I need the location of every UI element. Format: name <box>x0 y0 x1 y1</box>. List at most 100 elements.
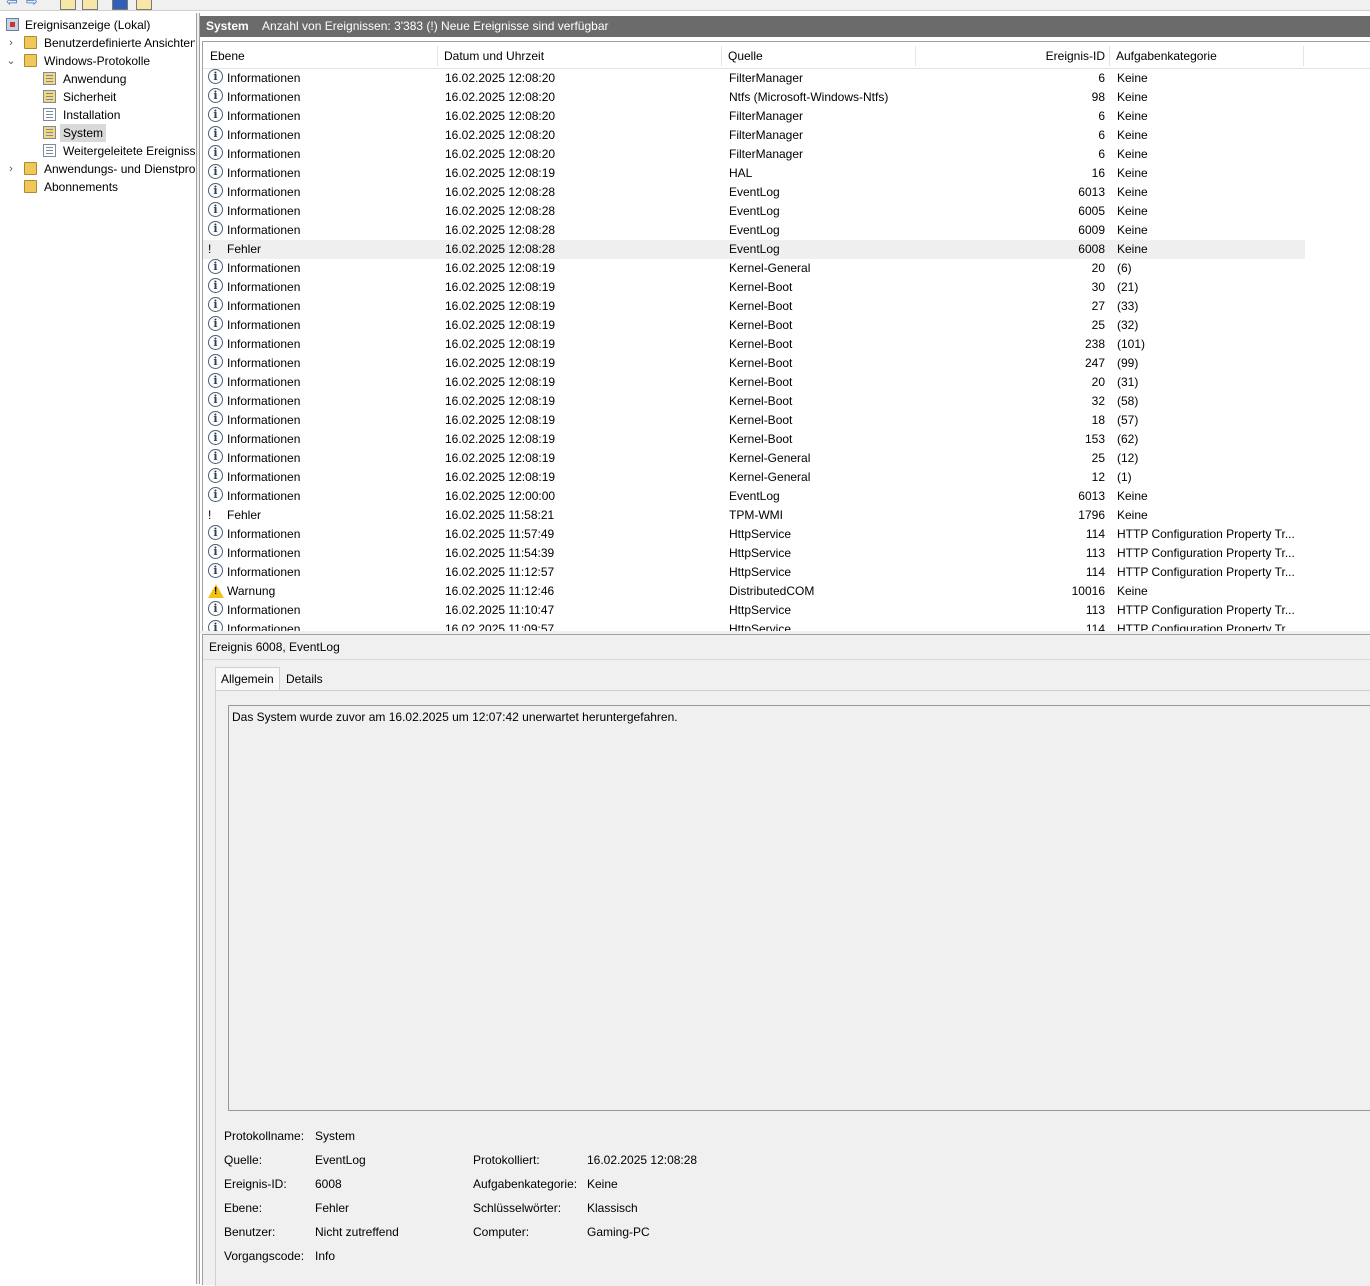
event-source: EventLog <box>729 489 780 503</box>
tree-item[interactable]: Ereignisanzeige (Lokal) <box>0 16 195 34</box>
column-category[interactable]: Aufgabenkategorie <box>1116 42 1217 68</box>
logged-value: 16.02.2025 12:08:28 <box>587 1153 698 1167</box>
information-icon: i <box>208 563 223 578</box>
divider <box>203 659 1370 660</box>
event-level: Informationen <box>227 565 301 579</box>
event-row[interactable]: i Informationen 16.02.2025 12:08:19 Kernel-… <box>203 297 1370 316</box>
log-icon <box>43 144 56 157</box>
column-level[interactable]: Ebene <box>210 42 245 68</box>
properties-icon[interactable] <box>82 0 98 10</box>
event-date: 16.02.2025 12:08:19 <box>445 413 556 427</box>
event-row[interactable]: Warnung 16.02.2025 11:12:46 DistributedCOM… <box>203 582 1370 601</box>
event-row[interactable]: i Informationen 16.02.2025 12:00:00 EventLo… <box>203 487 1370 506</box>
tab-general[interactable]: Allgemein <box>215 667 280 690</box>
event-source: FilterManager <box>729 109 804 123</box>
forward-arrow-icon[interactable]: ⇨ <box>26 0 40 8</box>
tree-item[interactable]: › Benutzerdefinierte Ansichten <box>0 34 195 52</box>
event-row[interactable]: i Informationen 16.02.2025 12:08:19 Kernel-… <box>203 335 1370 354</box>
tree-item-label: Benutzerdefinierte Ansichten <box>44 36 195 50</box>
event-row[interactable]: i Informationen 16.02.2025 12:08:28 EventLo… <box>203 221 1370 240</box>
tree-item[interactable]: Abonnements <box>0 178 195 196</box>
event-source: Kernel-Boot <box>729 413 793 427</box>
user-label: Benutzer: <box>224 1225 276 1239</box>
tree-item[interactable]: Installation <box>0 106 195 124</box>
event-id: 32 <box>1091 394 1105 408</box>
error-icon: ! <box>208 242 212 256</box>
event-row[interactable]: i Informationen 16.02.2025 12:08:19 Kernel-… <box>203 259 1370 278</box>
event-date: 16.02.2025 12:08:28 <box>445 242 556 256</box>
warning-icon <box>208 584 224 598</box>
tree-item[interactable]: › Anwendungs- und Dienstprotokolle <box>0 160 195 178</box>
event-row[interactable]: i Informationen 16.02.2025 12:08:20 Ntfs (M… <box>203 88 1370 107</box>
event-row[interactable]: i Informationen 16.02.2025 11:12:57 HttpSer… <box>203 563 1370 582</box>
event-row[interactable]: i Informationen 16.02.2025 12:08:19 Kernel-… <box>203 430 1370 449</box>
event-category: Keine <box>1117 166 1148 180</box>
vertical-splitter[interactable] <box>196 13 200 1284</box>
event-source: Kernel-Boot <box>729 280 793 294</box>
tree-item[interactable]: Anwendung <box>0 70 195 88</box>
event-row[interactable]: i Informationen 16.02.2025 11:10:47 HttpSer… <box>203 601 1370 620</box>
tree-item[interactable]: Sicherheit <box>0 88 195 106</box>
event-row[interactable]: i Informationen 16.02.2025 12:08:19 HAL 16 Ke… <box>203 164 1370 183</box>
event-id: 6 <box>1098 128 1105 142</box>
event-id: 238 <box>1084 337 1105 351</box>
event-date: 16.02.2025 12:08:19 <box>445 318 556 332</box>
event-row[interactable]: i Informationen 16.02.2025 12:08:19 Kernel-… <box>203 411 1370 430</box>
tree-item[interactable]: System <box>0 124 195 142</box>
column-date[interactable]: Datum und Uhrzeit <box>444 42 544 68</box>
column-divider[interactable] <box>1109 46 1110 66</box>
back-arrow-icon[interactable]: ⇦ <box>6 0 20 8</box>
folder-icon <box>24 54 37 67</box>
event-category: Keine <box>1117 185 1148 199</box>
information-icon: i <box>208 335 223 350</box>
event-level: Informationen <box>227 128 301 142</box>
information-icon: i <box>208 259 223 274</box>
event-row[interactable]: i Informationen 16.02.2025 12:08:28 EventLo… <box>203 183 1370 202</box>
column-event-id[interactable]: Ereignis-ID <box>923 42 1105 68</box>
show-pane-icon[interactable] <box>136 0 152 10</box>
event-category: Keine <box>1117 489 1148 503</box>
event-row[interactable]: i Informationen 16.02.2025 12:08:19 Kernel-… <box>203 468 1370 487</box>
event-viewer-icon <box>6 18 19 31</box>
toolbar: ⇦ ⇨ <box>0 0 1370 11</box>
tab-details[interactable]: Details <box>281 670 328 689</box>
event-row[interactable]: ! Fehler 16.02.2025 12:08:28 EventLog 6008 Ke… <box>203 240 1305 259</box>
event-row[interactable]: i Informationen 16.02.2025 12:08:19 Kernel-… <box>203 392 1370 411</box>
event-row[interactable]: i Informationen 16.02.2025 12:08:20 FilterM… <box>203 107 1370 126</box>
event-row[interactable]: i Informationen 16.02.2025 12:08:19 Kernel-… <box>203 373 1370 392</box>
event-details-title: Ereignis 6008, EventLog <box>209 640 340 654</box>
event-row[interactable]: i Informationen 16.02.2025 12:08:19 Kernel-… <box>203 278 1370 297</box>
event-row[interactable]: i Informationen 16.02.2025 12:08:28 EventLo… <box>203 202 1370 221</box>
event-row[interactable]: i Informationen 16.02.2025 12:08:20 FilterM… <box>203 69 1370 88</box>
information-icon: i <box>208 126 223 141</box>
log-icon <box>43 72 56 85</box>
event-level: Informationen <box>227 90 301 104</box>
tree-item[interactable]: ⌄ Windows-Protokolle <box>0 52 195 70</box>
column-divider[interactable] <box>915 46 916 66</box>
chevron-down-icon[interactable]: ⌄ <box>4 52 18 70</box>
event-row[interactable]: i Informationen 16.02.2025 12:08:19 Kernel-… <box>203 354 1370 373</box>
event-row[interactable]: ! Fehler 16.02.2025 11:58:21 TPM-WMI 1796 Kei… <box>203 506 1370 525</box>
event-row[interactable]: i Informationen 16.02.2025 12:08:20 FilterM… <box>203 126 1370 145</box>
column-divider[interactable] <box>437 46 438 66</box>
event-row[interactable]: i Informationen 16.02.2025 12:08:19 Kernel-… <box>203 316 1370 335</box>
folder-icon[interactable] <box>60 0 76 10</box>
event-description-box[interactable]: Das System wurde zuvor am 16.02.2025 um … <box>228 705 1370 1111</box>
column-source[interactable]: Quelle <box>728 42 763 68</box>
keywords-label: Schlüsselwörter: <box>473 1201 562 1215</box>
event-id: 6009 <box>1078 223 1105 237</box>
chevron-right-icon[interactable]: › <box>4 160 18 178</box>
column-divider[interactable] <box>1303 46 1304 66</box>
event-date: 16.02.2025 12:08:20 <box>445 147 556 161</box>
event-row[interactable]: i Informationen 16.02.2025 11:57:49 HttpSer… <box>203 525 1370 544</box>
event-level: Informationen <box>227 527 301 541</box>
event-id: 27 <box>1091 299 1105 313</box>
event-row[interactable]: i Informationen 16.02.2025 12:08:20 FilterM… <box>203 145 1370 164</box>
chevron-right-icon[interactable]: › <box>4 34 18 52</box>
tree-item[interactable]: Weitergeleitete Ereignisse <box>0 142 195 160</box>
computer-value: Gaming-PC <box>587 1225 650 1239</box>
column-divider[interactable] <box>721 46 722 66</box>
help-icon[interactable] <box>112 0 128 10</box>
event-row[interactable]: i Informationen 16.02.2025 12:08:19 Kernel-… <box>203 449 1370 468</box>
event-row[interactable]: i Informationen 16.02.2025 11:54:39 HttpSer… <box>203 544 1370 563</box>
